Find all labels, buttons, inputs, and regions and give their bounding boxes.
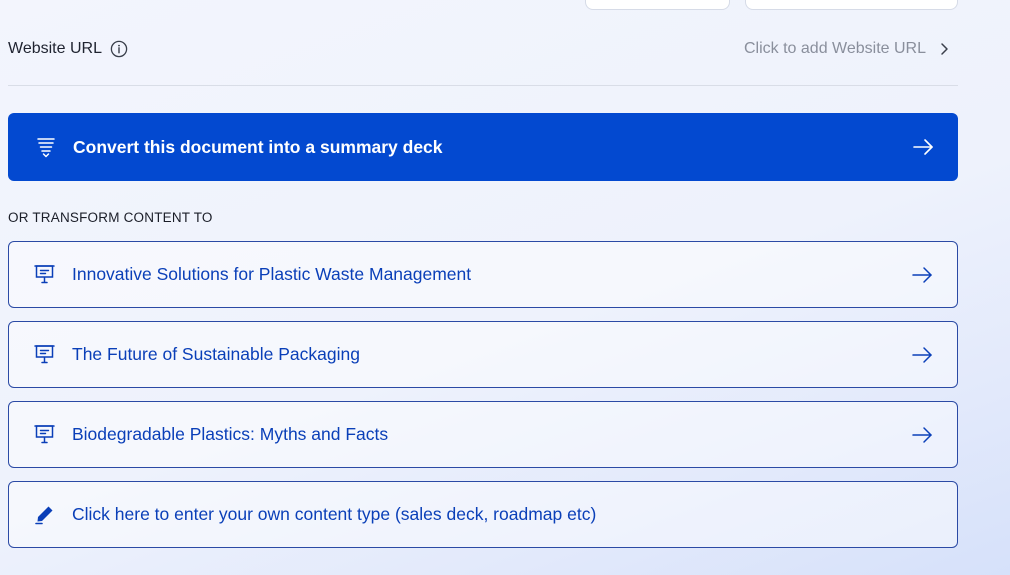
arrow-right-icon xyxy=(912,136,934,158)
website-url-label: Website URL xyxy=(8,40,102,57)
chevron-right-icon xyxy=(938,42,950,56)
arrow-right-icon xyxy=(911,264,933,286)
option-label: Biodegradable Plastics: Myths and Facts xyxy=(72,424,389,444)
convert-to-summary-deck-button[interactable]: Convert this document into a summary dec… xyxy=(8,113,958,181)
info-icon[interactable] xyxy=(110,40,128,58)
arrow-right-icon xyxy=(911,344,933,366)
convert-button-label: Convert this document into a summary dec… xyxy=(73,136,443,157)
presentation-icon xyxy=(33,423,56,446)
transform-option-plastic-waste[interactable]: Innovative Solutions for Plastic Waste M… xyxy=(8,241,958,308)
option-label: Innovative Solutions for Plastic Waste M… xyxy=(72,264,472,284)
pencil-icon xyxy=(33,503,56,526)
transform-option-biodegradable-plastics[interactable]: Biodegradable Plastics: Myths and Facts xyxy=(8,401,958,468)
transform-section-title: OR TRANSFORM CONTENT TO xyxy=(8,210,213,225)
custom-content-type-label: Click here to enter your own content typ… xyxy=(72,504,597,524)
custom-content-type-button[interactable]: Click here to enter your own content typ… xyxy=(8,481,958,548)
presentation-icon xyxy=(33,263,56,286)
summary-lines-icon xyxy=(34,136,57,159)
website-url-row: Website URL Click to add Website URL xyxy=(8,30,958,68)
divider xyxy=(8,85,958,86)
website-url-label-group: Website URL xyxy=(8,40,128,58)
top-toolbar-button-left[interactable] xyxy=(585,0,730,10)
option-label: The Future of Sustainable Packaging xyxy=(72,344,360,364)
arrow-right-icon xyxy=(911,424,933,446)
transform-option-sustainable-packaging[interactable]: The Future of Sustainable Packaging xyxy=(8,321,958,388)
add-website-url-link[interactable]: Click to add Website URL xyxy=(744,40,958,58)
top-toolbar-button-right[interactable] xyxy=(745,0,958,10)
presentation-icon xyxy=(33,343,56,366)
add-website-url-text: Click to add Website URL xyxy=(744,40,926,57)
